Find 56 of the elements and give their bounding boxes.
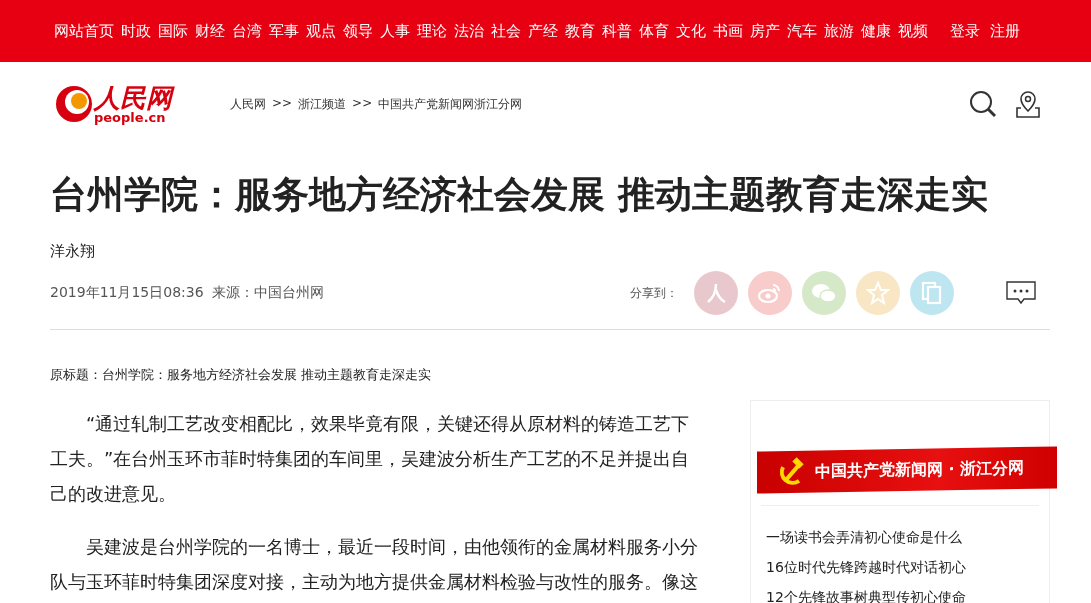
copy-share-button[interactable] [910, 271, 954, 315]
breadcrumb-link[interactable]: 中国共产党新闻网浙江分网 [378, 95, 523, 113]
nav-link[interactable]: 视频 [898, 21, 928, 41]
logo-icon [54, 84, 94, 124]
nav-link[interactable]: 旅游 [824, 21, 854, 41]
nav-link[interactable]: 领导 [343, 21, 373, 41]
article-paragraph: “通过轧制工艺改变相配比，效果毕竟有限，关键还得从原材料的铸造工艺下工夫。”在台州玉环市菲时特集团的车间里，吴建波分析生产工艺的不足并提出自己的改进意见。 [50, 412, 691, 506]
nav-link[interactable]: 书画 [713, 21, 743, 41]
people-share-button[interactable] [694, 271, 738, 315]
breadcrumb-separator: >> [272, 95, 293, 112]
publish-date: 2019年11月15日08:36 [50, 284, 204, 302]
breadcrumb-link[interactable]: 人民网 [230, 95, 266, 113]
wechat-share-button[interactable] [802, 271, 846, 315]
nav-link[interactable]: 时政 [121, 21, 151, 41]
share-label: 分享到： [630, 284, 678, 302]
account-link[interactable]: 登录 [950, 21, 980, 41]
breadcrumb-link[interactable]: 浙江频道 [298, 95, 347, 113]
sidebar-link[interactable]: 16位时代先锋跨越时代对话初心 [766, 552, 1049, 582]
copy-icon [921, 281, 943, 305]
article-paragraph: 吴建波是台州学院的一名博士，最近一段时间，由他领衔的金属材料服务小分队与玉环菲时特集团深度对接，主动为地方提供金属材料检验与改性的服务。像这 [50, 535, 699, 594]
nav-link[interactable]: 理论 [417, 21, 447, 41]
account-link[interactable]: 注册 [990, 21, 1020, 41]
banner-title: 中国共产党新闻网 · 浙江分网 [815, 457, 1025, 483]
nav-link[interactable]: 台湾 [232, 21, 262, 41]
nav-link[interactable]: 体育 [639, 21, 669, 41]
qzone-share-button[interactable] [856, 271, 900, 315]
article-source: 来源：中国台州网 [211, 284, 324, 302]
sidebar-link[interactable]: 一场读书会弄清初心使命是什么 [766, 522, 1049, 552]
article-title: 台州学院：服务地方经济社会发展 推动主题教育走深走实 [50, 172, 989, 218]
nav-link[interactable]: 汽车 [787, 21, 817, 41]
breadcrumb-separator: >> [352, 95, 373, 112]
nav-link[interactable]: 社会 [491, 21, 521, 41]
nav-link[interactable]: 房产 [750, 21, 780, 41]
location-icon[interactable] [1015, 89, 1041, 119]
nav-link[interactable]: 军事 [269, 21, 299, 41]
nav-link[interactable]: 健康 [861, 21, 891, 41]
search-icon[interactable] [969, 90, 997, 118]
nav-link[interactable]: 国际 [158, 21, 188, 41]
original-title: 原标题：台州学院：服务地方经济社会发展 推动主题教育走深走实 [50, 366, 433, 384]
nav-link[interactable]: 教育 [565, 21, 595, 41]
nav-link[interactable]: 观点 [306, 21, 336, 41]
party-banner[interactable]: 中国共产党新闻网 · 浙江分网 [757, 446, 1057, 494]
person-glyph-icon [705, 282, 727, 304]
nav-link[interactable]: 人事 [380, 21, 410, 41]
weibo-icon [758, 282, 782, 304]
nav-link[interactable]: 网站首页 [54, 21, 114, 41]
nav-link[interactable]: 产经 [528, 21, 558, 41]
weibo-share-button[interactable] [748, 271, 792, 315]
nav-link[interactable]: 财经 [195, 21, 225, 41]
nav-link[interactable]: 文化 [676, 21, 706, 41]
author-name: 洋永翔 [50, 242, 96, 261]
nav-link[interactable]: 法治 [454, 21, 484, 41]
star-icon [866, 281, 890, 305]
nav-link[interactable]: 科普 [602, 21, 632, 41]
chat-bubbles-icon [811, 282, 837, 304]
comment-icon[interactable] [1006, 281, 1036, 305]
